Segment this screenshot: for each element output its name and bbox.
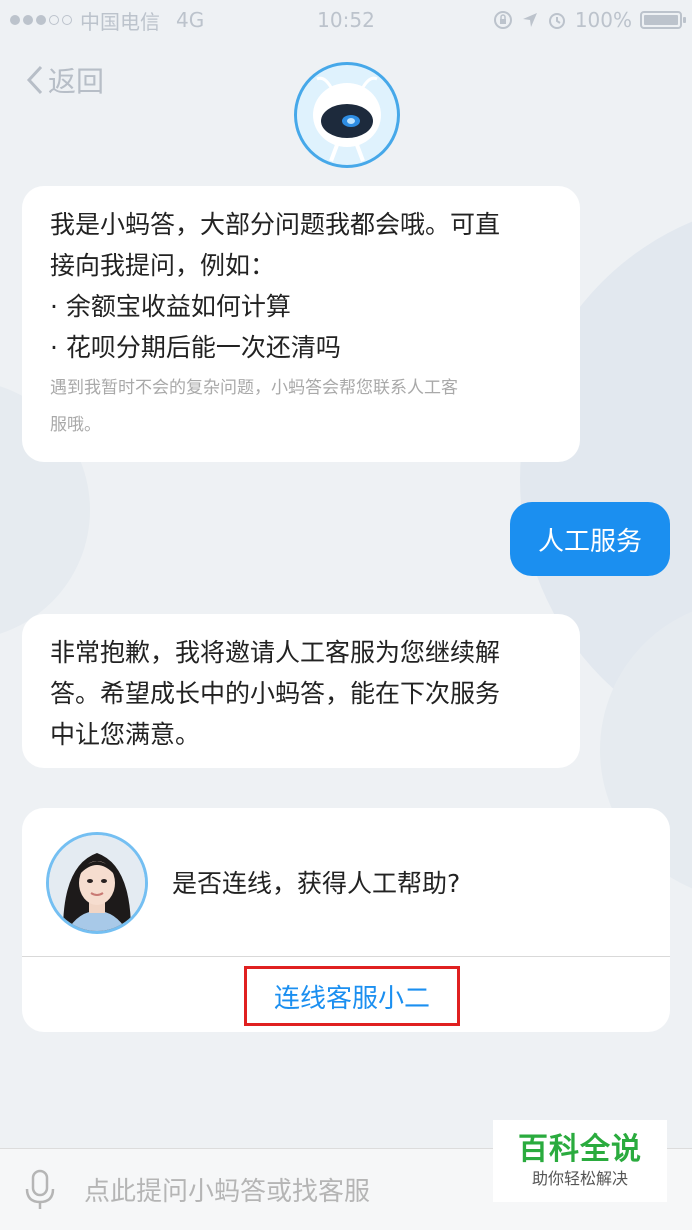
watermark-logo: 百科全说 助你轻松解决 bbox=[493, 1120, 667, 1202]
bot-message-apology: 非常抱歉，我将邀请人工客服为您继续解 答。希望成长中的小蚂答，能在下次服务 中让… bbox=[22, 614, 580, 768]
watermark-subtitle: 助你轻松解决 bbox=[531, 1169, 628, 1188]
signal-strength-icon bbox=[10, 15, 72, 25]
message-text: 答。希望成长中的小蚂答，能在下次服务 bbox=[50, 679, 501, 708]
agent-avatar bbox=[46, 832, 148, 934]
bot-message-intro: 我是小蚂答，大部分问题我都会哦。可直 接向我提问，例如： · 余额宝收益如何计算… bbox=[22, 186, 580, 462]
robot-avatar-icon bbox=[294, 62, 400, 168]
carrier-name: 中国电信 bbox=[80, 9, 160, 34]
microphone-icon[interactable] bbox=[22, 1168, 58, 1212]
message-text: 人工服务 bbox=[537, 526, 642, 557]
divider bbox=[22, 956, 670, 957]
message-text: 中让您满意。 bbox=[50, 720, 201, 749]
battery-icon bbox=[640, 11, 686, 29]
message-note: 遇到我暂时不会的复杂问题，小蚂答会帮您联系人工客 服哦。 bbox=[50, 378, 458, 435]
location-icon bbox=[522, 13, 537, 27]
status-left: 中国电信 4G bbox=[10, 6, 204, 35]
example-question[interactable]: · 余额宝收益如何计算 bbox=[50, 286, 552, 327]
message-text: 非常抱歉，我将邀请人工客服为您继续解 bbox=[50, 638, 501, 667]
chat-header: 返回 bbox=[0, 40, 692, 170]
connect-agent-card: 是否连线，获得人工帮助? 连线客服小二 bbox=[22, 808, 670, 1032]
message-text: 我是小蚂答，大部分问题我都会哦。可直 bbox=[50, 210, 501, 239]
rotation-lock-icon bbox=[493, 11, 512, 29]
status-right: 100% bbox=[493, 8, 686, 32]
connect-question: 是否连线，获得人工帮助? bbox=[172, 869, 461, 898]
back-button[interactable]: 返回 bbox=[26, 60, 104, 100]
user-message: 人工服务 bbox=[509, 502, 670, 576]
network-type: 4G bbox=[176, 8, 205, 32]
example-question[interactable]: · 花呗分期后能一次还清吗 bbox=[50, 327, 552, 368]
message-text: 接向我提问，例如： bbox=[50, 251, 276, 280]
status-bar: 中国电信 4G 10:52 100% bbox=[0, 0, 692, 40]
battery-percentage: 100% bbox=[574, 8, 632, 32]
back-label: 返回 bbox=[48, 65, 105, 98]
chevron-left-icon bbox=[26, 65, 43, 95]
connect-agent-button[interactable]: 连线客服小二 bbox=[244, 966, 460, 1026]
watermark-title: 百科全说 bbox=[518, 1132, 642, 1167]
alarm-icon bbox=[548, 13, 565, 29]
